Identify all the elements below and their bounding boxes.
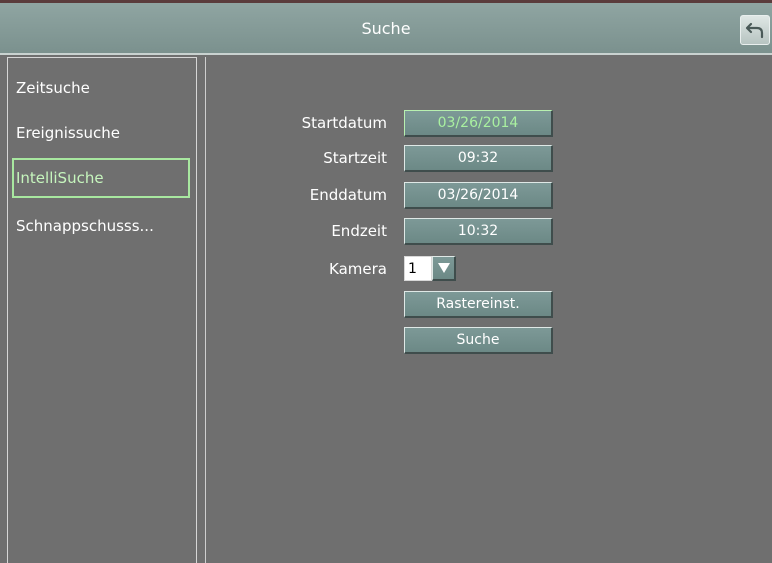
search-button[interactable]: Suche	[404, 327, 553, 354]
camera-label: Kamera	[329, 260, 387, 278]
search-mode-sidebar: Zeitsuche Ereignissuche IntelliSuche Sch…	[7, 57, 197, 563]
grid-settings-button[interactable]: Rastereinst.	[404, 291, 553, 318]
sidebar-item-schnappschuss[interactable]: Schnappschusss...	[12, 206, 190, 246]
chevron-down-icon	[437, 263, 450, 273]
back-button[interactable]	[740, 15, 770, 45]
start-date-label: Startdatum	[301, 114, 387, 132]
return-arrow-icon	[745, 22, 764, 39]
content-divider	[205, 57, 206, 563]
start-date-field[interactable]: 03/26/2014	[404, 110, 553, 137]
sidebar-item-zeitsuche[interactable]: Zeitsuche	[12, 68, 190, 108]
end-time-label: Endzeit	[331, 222, 387, 240]
camera-value: 1	[404, 256, 432, 281]
start-time-field[interactable]: 09:32	[404, 145, 553, 172]
start-time-label: Startzeit	[323, 149, 387, 167]
end-date-field[interactable]: 03/26/2014	[404, 182, 553, 209]
sidebar-item-intellisuche[interactable]: IntelliSuche	[12, 158, 190, 198]
search-screen: Suche Zeitsuche Ereignissuche IntelliSuc…	[0, 0, 772, 563]
sidebar-item-ereignissuche[interactable]: Ereignissuche	[12, 113, 190, 153]
dropdown-arrow-button[interactable]	[432, 256, 456, 281]
camera-select[interactable]: 1	[404, 256, 464, 281]
end-date-label: Enddatum	[309, 186, 387, 204]
page-title: Suche	[361, 19, 411, 38]
title-bar: Suche	[0, 3, 772, 55]
end-time-field[interactable]: 10:32	[404, 218, 553, 245]
